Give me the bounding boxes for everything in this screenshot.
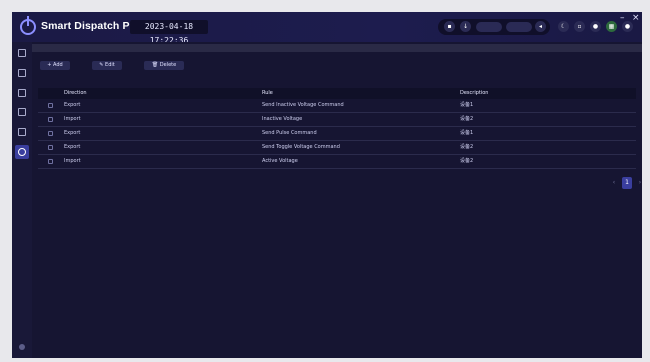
contact-icon	[18, 108, 26, 116]
sidebar-footer-icon[interactable]	[19, 344, 25, 350]
datetime-display: 2023-04-18 17:22:36	[130, 20, 208, 45]
app-logo-icon	[20, 16, 36, 35]
cell-direction: Export	[64, 102, 81, 108]
device-icon	[18, 69, 26, 77]
cell-direction: Import	[64, 158, 81, 164]
table-row[interactable]: Export Send Pulse Command 设备1	[38, 127, 636, 141]
sidebar-item-contacts[interactable]	[15, 105, 29, 119]
table-row[interactable]: Import Inactive Voltage 设备2	[38, 113, 636, 127]
cell-rule: Active Voltage	[262, 158, 298, 164]
table-row[interactable]: Import Active Voltage 设备2	[38, 155, 636, 169]
gear-icon	[18, 148, 26, 156]
table-row[interactable]: Export Send Toggle Voltage Command 设备2	[38, 141, 636, 155]
row-checkbox[interactable]	[48, 145, 53, 150]
cell-description: 设备2	[460, 158, 474, 164]
cell-description: 设备2	[460, 116, 474, 122]
sidebar-item-logs[interactable]	[15, 125, 29, 139]
cell-rule: Send Toggle Voltage Command	[262, 144, 340, 150]
column-header-description[interactable]: Description	[460, 88, 488, 99]
cell-rule: Send Inactive Voltage Command	[262, 102, 344, 108]
status-pill-1[interactable]	[476, 22, 502, 32]
sidebar-item-devices[interactable]	[15, 66, 29, 80]
prev-page-button[interactable]: ‹	[609, 177, 619, 189]
cell-description: 设备1	[460, 102, 474, 108]
user-icon[interactable]: ●	[590, 21, 601, 32]
row-checkbox[interactable]	[48, 131, 53, 136]
monitor-icon	[18, 49, 26, 57]
cell-direction: Import	[64, 116, 81, 122]
main-content: + Add ✎ Edit 🗑 Delete Direction Rule Des…	[32, 42, 642, 358]
cell-description: 设备1	[460, 130, 474, 136]
theme-toggle-icon[interactable]: ☾	[558, 21, 569, 32]
table-header: Direction Rule Description	[38, 88, 636, 99]
status-pill-2[interactable]	[506, 22, 532, 32]
row-checkbox[interactable]	[48, 103, 53, 108]
table-row[interactable]: Export Send Inactive Voltage Command 设备1	[38, 99, 636, 113]
status-pill-group: ▪ ↓ ◂	[438, 19, 550, 35]
cell-rule: Inactive Voltage	[262, 116, 303, 122]
title-bar: Smart Dispatch Plus 2023-04-18 17:22:36 …	[12, 12, 642, 45]
sidebar-item-monitor[interactable]	[15, 46, 29, 60]
sidebar-item-records[interactable]	[15, 86, 29, 100]
minimize-button[interactable]: –	[620, 13, 625, 23]
grid-icon[interactable]: ▦	[606, 21, 617, 32]
sub-header-bar	[32, 44, 642, 52]
lock-icon[interactable]: ▫	[574, 21, 585, 32]
close-button[interactable]: ×	[632, 13, 640, 23]
app-window: Smart Dispatch Plus 2023-04-18 17:22:36 …	[12, 12, 642, 358]
row-checkbox[interactable]	[48, 159, 53, 164]
page-number-button[interactable]: 1	[622, 177, 632, 189]
cell-direction: Export	[64, 144, 81, 150]
cell-description: 设备2	[460, 144, 474, 150]
cell-direction: Export	[64, 130, 81, 136]
sidebar-item-settings[interactable]	[15, 145, 29, 159]
volume-icon[interactable]: ◂	[535, 21, 546, 32]
column-header-rule[interactable]: Rule	[262, 88, 273, 99]
row-checkbox[interactable]	[48, 117, 53, 122]
document-icon	[18, 128, 26, 136]
edit-button[interactable]: ✎ Edit	[92, 61, 122, 70]
sidebar	[12, 42, 32, 358]
camera-icon[interactable]: ▪	[444, 21, 455, 32]
record-icon	[18, 89, 26, 97]
download-icon[interactable]: ↓	[460, 21, 471, 32]
next-page-button[interactable]: ›	[635, 177, 642, 189]
add-button[interactable]: + Add	[40, 61, 70, 70]
column-header-direction[interactable]: Direction	[64, 88, 87, 99]
cell-rule: Send Pulse Command	[262, 130, 317, 136]
delete-button[interactable]: 🗑 Delete	[144, 61, 184, 70]
pagination: ‹ 1 ›	[607, 177, 642, 189]
